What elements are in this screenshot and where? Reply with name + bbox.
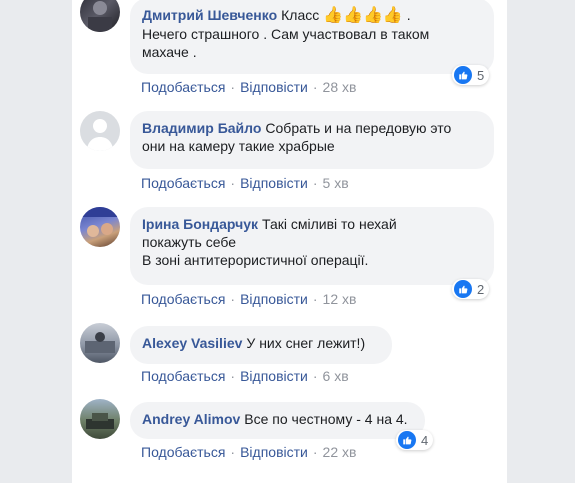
comment-bubble: Дмитрий Шевченко Класс 👍👍👍👍 . Нечего стра… [130, 0, 494, 74]
comment-text: Класс [281, 7, 320, 23]
avatar-image [80, 207, 120, 237]
like-link[interactable]: Подобається [141, 368, 225, 384]
comment-text: Нечего страшного . Сам участвовал в тако… [142, 26, 430, 42]
reply-link[interactable]: Відповісти [240, 444, 308, 460]
comment-text: махаче . [142, 44, 197, 60]
thumbs-up-icon [454, 280, 472, 298]
like-link[interactable]: Подобається [141, 175, 225, 191]
comment-time[interactable]: 22 хв [323, 444, 357, 460]
comment-text: Все по честному - 4 на 4. [244, 411, 408, 427]
reaction-count-text: 5 [477, 67, 485, 83]
comment-bubble: Andrey Alimov Все по честному - 4 на 4. [130, 402, 425, 439]
comment-time[interactable]: 28 хв [323, 79, 357, 95]
comment-author[interactable]: Дмитрий Шевченко [142, 7, 277, 23]
comment-text: В зоні антитерористичної операції. [142, 252, 369, 268]
reaction-count[interactable]: 4 [396, 430, 434, 450]
comment-text: Собрать и на передовую это [265, 120, 452, 136]
avatar[interactable] [80, 323, 120, 363]
avatar-image [85, 332, 115, 353]
comment-actions: Подобається · Відповісти · 28 хв [141, 79, 357, 95]
avatar[interactable] [80, 399, 120, 439]
comment-actions: Подобається · Відповісти · 5 хв [141, 175, 349, 191]
comment-bubble: Ірина Бондарчук Такі сміливі то нехай пок… [130, 207, 494, 285]
reaction-count-text: 4 [421, 432, 429, 448]
avatar[interactable] [80, 207, 120, 247]
comment-actions: Подобається · Відповісти · 12 хв [141, 291, 357, 307]
comment-author[interactable]: Andrey Alimov [142, 411, 240, 427]
comment-time[interactable]: 12 хв [323, 291, 357, 307]
like-link[interactable]: Подобається [141, 79, 225, 95]
comment-bubble: Alexey Vasiliev У них снег лежит!) [130, 326, 392, 364]
comment-bubble: Владимир Байло Собрать и на передовую это… [130, 111, 494, 169]
reply-link[interactable]: Відповісти [240, 291, 308, 307]
like-link[interactable]: Подобається [141, 291, 225, 307]
comment-actions: Подобається · Відповісти · 22 хв [141, 444, 357, 460]
reply-link[interactable]: Відповісти [240, 79, 308, 95]
thumbs-up-icon [454, 66, 472, 84]
avatar-image [86, 413, 114, 429]
reaction-count[interactable]: 2 [452, 279, 490, 299]
reply-link[interactable]: Відповісти [240, 368, 308, 384]
comment-text: Такі сміливі то нехай [262, 216, 397, 232]
reaction-count[interactable]: 5 [452, 65, 490, 85]
comment-author[interactable]: Ірина Бондарчук [142, 216, 258, 232]
comment-text: . [406, 7, 411, 23]
comment-time[interactable]: 6 хв [323, 368, 349, 384]
comment-author[interactable]: Alexey Vasiliev [142, 335, 242, 351]
reply-link[interactable]: Відповісти [240, 175, 308, 191]
avatar[interactable] [80, 111, 120, 151]
like-link[interactable]: Подобається [141, 444, 225, 460]
comment-text: У них снег лежит!) [246, 335, 366, 351]
comment-time[interactable]: 5 хв [323, 175, 349, 191]
default-avatar-icon [87, 119, 113, 151]
thumbs-emoji: 👍👍👍👍 [323, 7, 403, 24]
comment-text: покажуть себе [142, 234, 236, 250]
comment-actions: Подобається · Відповісти · 6 хв [141, 368, 349, 384]
thumbs-up-icon [398, 431, 416, 449]
comment-text: они на камеру такие храбрые [142, 138, 335, 154]
reaction-count-text: 2 [477, 281, 485, 297]
comment-author[interactable]: Владимир Байло [142, 120, 261, 136]
